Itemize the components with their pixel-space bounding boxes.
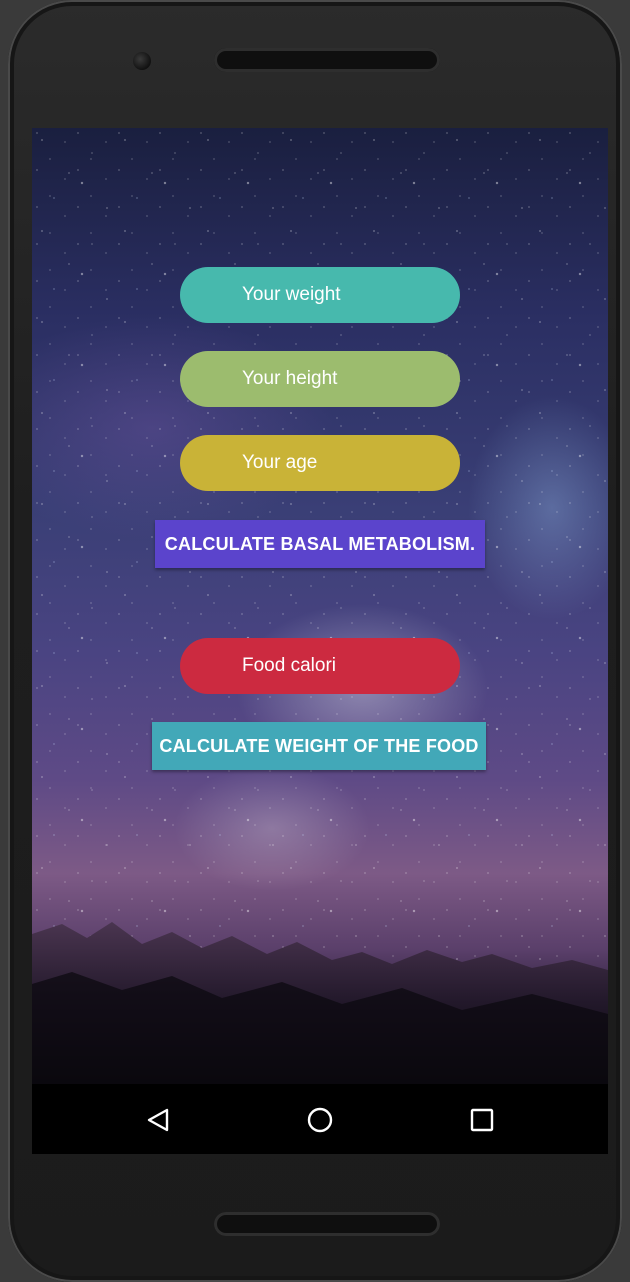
front-camera (133, 52, 151, 70)
recents-square-icon (470, 1108, 494, 1132)
android-navigation-bar (32, 1084, 608, 1154)
earpiece-speaker (214, 48, 440, 72)
back-triangle-icon (147, 1108, 169, 1132)
app-screen: CALCULATE BASAL METABOLISM. CALCULATE WE… (32, 128, 608, 1084)
bottom-speaker (214, 1212, 440, 1236)
food-calorie-input[interactable] (180, 638, 460, 694)
calculate-basal-metabolism-button[interactable]: CALCULATE BASAL METABOLISM. (155, 520, 485, 568)
home-circle-icon (307, 1107, 333, 1133)
recents-button[interactable] (462, 1100, 502, 1140)
height-input[interactable] (180, 351, 460, 407)
weight-input[interactable] (180, 267, 460, 323)
home-button[interactable] (300, 1100, 340, 1140)
back-button[interactable] (138, 1100, 178, 1140)
calculate-food-weight-button[interactable]: CALCULATE WEIGHT OF THE FOOD (152, 722, 486, 770)
mountain-silhouette (32, 922, 608, 1084)
age-input[interactable] (180, 435, 460, 491)
